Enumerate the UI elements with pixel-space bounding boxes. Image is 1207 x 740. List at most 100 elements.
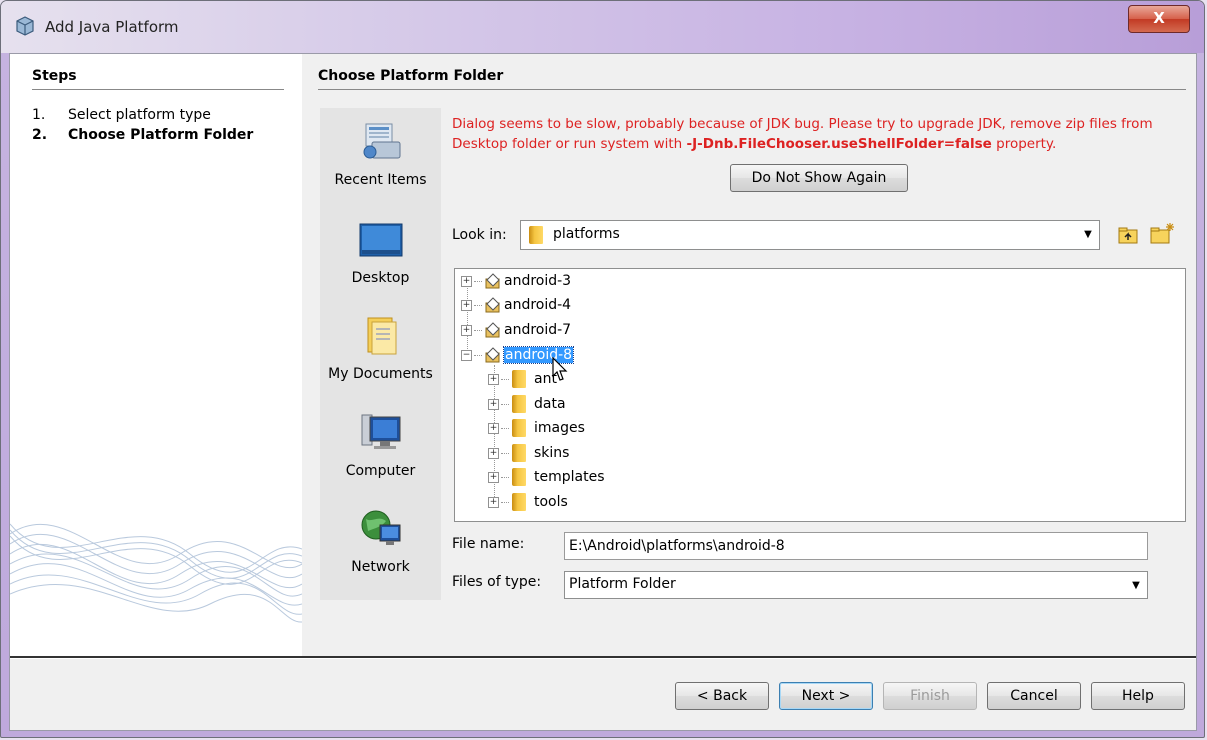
step-label: Choose Platform Folder xyxy=(68,127,254,143)
platform-package-icon xyxy=(485,347,500,363)
expand-icon[interactable]: + xyxy=(461,299,472,311)
expand-icon[interactable]: + xyxy=(488,398,499,410)
steps-panel: Steps 1. Select platform type 2. Choose Pl… xyxy=(10,54,302,656)
place-label: Network xyxy=(351,559,410,575)
back-button[interactable]: < Back xyxy=(675,682,769,710)
file-name-field[interactable]: E:\Android\platforms\android-8 xyxy=(564,532,1148,560)
platform-package-icon xyxy=(485,322,500,338)
do-not-show-again-button[interactable]: Do Not Show Again xyxy=(730,164,908,192)
tree-node-label: templates xyxy=(534,469,605,485)
tree-node-android-4[interactable]: + android-4 xyxy=(461,294,571,316)
place-label: My Documents xyxy=(328,366,433,382)
title-bar[interactable]: Add Java Platform X xyxy=(1,1,1204,53)
next-button[interactable]: Next > xyxy=(779,682,873,710)
decorative-wave-graphic xyxy=(10,523,302,623)
tree-node-android-7[interactable]: + android-7 xyxy=(461,319,571,341)
title-divider xyxy=(318,89,1186,90)
place-label: Desktop xyxy=(351,270,410,286)
my-documents-icon xyxy=(367,317,396,355)
tree-dots xyxy=(501,476,509,478)
expand-icon[interactable]: + xyxy=(461,324,472,336)
step-item-1: 1. Select platform type xyxy=(32,107,211,123)
place-desktop[interactable]: Desktop xyxy=(320,220,441,286)
place-label: Recent Items xyxy=(334,172,427,188)
collapse-icon[interactable]: − xyxy=(461,349,472,361)
tree-node-ant[interactable]: + ant xyxy=(488,368,557,390)
place-my-documents[interactable]: My Documents xyxy=(320,316,441,382)
expand-icon[interactable]: + xyxy=(488,471,499,483)
tree-dots xyxy=(474,329,482,331)
dialog-window: Add Java Platform X Steps 1. Select platf… xyxy=(0,0,1205,738)
tree-dots xyxy=(501,501,509,503)
recent-items-icon xyxy=(363,123,400,159)
window-title: Add Java Platform xyxy=(45,18,179,36)
expand-icon[interactable]: + xyxy=(488,447,499,459)
tree-node-skins[interactable]: + skins xyxy=(488,442,569,464)
folder-icon xyxy=(512,493,526,511)
files-of-type-combo[interactable]: Platform Folder ▼ xyxy=(564,571,1148,599)
slow-dialog-warning: Dialog seems to be slow, probably becaus… xyxy=(452,114,1192,154)
places-bar: Recent Items Desktop My Documents Comput… xyxy=(320,108,441,600)
cancel-button[interactable]: Cancel xyxy=(987,682,1081,710)
look-in-value: platforms xyxy=(553,226,620,242)
expand-icon[interactable]: + xyxy=(488,373,499,385)
mouse-pointer-icon xyxy=(552,357,568,381)
chevron-down-icon: ▼ xyxy=(1132,580,1140,591)
chevron-down-icon: ▼ xyxy=(1084,229,1092,240)
network-icon xyxy=(361,510,400,545)
steps-divider xyxy=(32,89,284,90)
file-name-label: File name: xyxy=(452,536,525,552)
tree-node-tools[interactable]: + tools xyxy=(488,491,568,513)
tree-dots xyxy=(501,378,509,380)
tree-dots xyxy=(501,452,509,454)
place-label: Computer xyxy=(345,463,416,479)
computer-icon xyxy=(361,414,400,449)
tree-node-label: android-7 xyxy=(504,322,572,338)
new-folder-icon[interactable] xyxy=(1150,222,1176,246)
page-title: Choose Platform Folder xyxy=(318,68,504,84)
up-one-level-icon[interactable] xyxy=(1118,225,1140,245)
desktop-icon xyxy=(359,223,402,257)
tree-dots xyxy=(501,403,509,405)
tree-node-images[interactable]: + images xyxy=(488,417,585,439)
tree-node-label: data xyxy=(534,396,566,412)
dialog-client: Steps 1. Select platform type 2. Choose Pl… xyxy=(9,53,1197,731)
tree-dots xyxy=(474,304,482,306)
folder-icon xyxy=(512,370,526,388)
step-label: Select platform type xyxy=(68,107,211,123)
look-in-combo[interactable]: platforms ▼ xyxy=(520,220,1100,250)
step-number: 2. xyxy=(32,127,48,143)
step-item-2: 2. Choose Platform Folder xyxy=(32,127,253,143)
tree-dots xyxy=(474,280,482,282)
folder-icon xyxy=(512,444,526,462)
warning-text-end: property. xyxy=(991,136,1057,152)
files-of-type-value: Platform Folder xyxy=(569,576,676,592)
folder-tree[interactable]: + android-3 + android-4 + android-7 − androi… xyxy=(454,268,1186,522)
footer-divider xyxy=(10,656,1196,659)
tree-node-data[interactable]: + data xyxy=(488,393,566,415)
tree-node-label: android-4 xyxy=(504,297,572,313)
expand-icon[interactable]: + xyxy=(461,275,472,287)
help-button[interactable]: Help xyxy=(1091,682,1185,710)
tree-node-label: images xyxy=(534,420,585,436)
place-recent-items[interactable]: Recent Items xyxy=(320,122,441,188)
folder-icon xyxy=(512,468,526,486)
folder-icon xyxy=(512,419,526,437)
tree-dots xyxy=(474,354,482,356)
tree-node-android-3[interactable]: + android-3 xyxy=(461,270,571,292)
place-network[interactable]: Network xyxy=(320,509,441,575)
expand-icon[interactable]: + xyxy=(488,422,499,434)
tree-node-label: skins xyxy=(534,445,570,461)
warning-option: -J-Dnb.FileChooser.useShellFolder=false xyxy=(686,136,992,152)
close-button[interactable]: X xyxy=(1128,5,1190,33)
tree-node-label: tools xyxy=(534,494,568,510)
tree-dots xyxy=(501,427,509,429)
steps-title: Steps xyxy=(32,68,77,84)
place-computer[interactable]: Computer xyxy=(320,413,441,479)
look-in-label: Look in: xyxy=(452,227,507,243)
netbeans-cube-icon xyxy=(16,16,34,36)
expand-icon[interactable]: + xyxy=(488,496,499,508)
tree-node-templates[interactable]: + templates xyxy=(488,466,605,488)
files-of-type-label: Files of type: xyxy=(452,574,542,590)
finish-button[interactable]: Finish xyxy=(883,682,977,710)
